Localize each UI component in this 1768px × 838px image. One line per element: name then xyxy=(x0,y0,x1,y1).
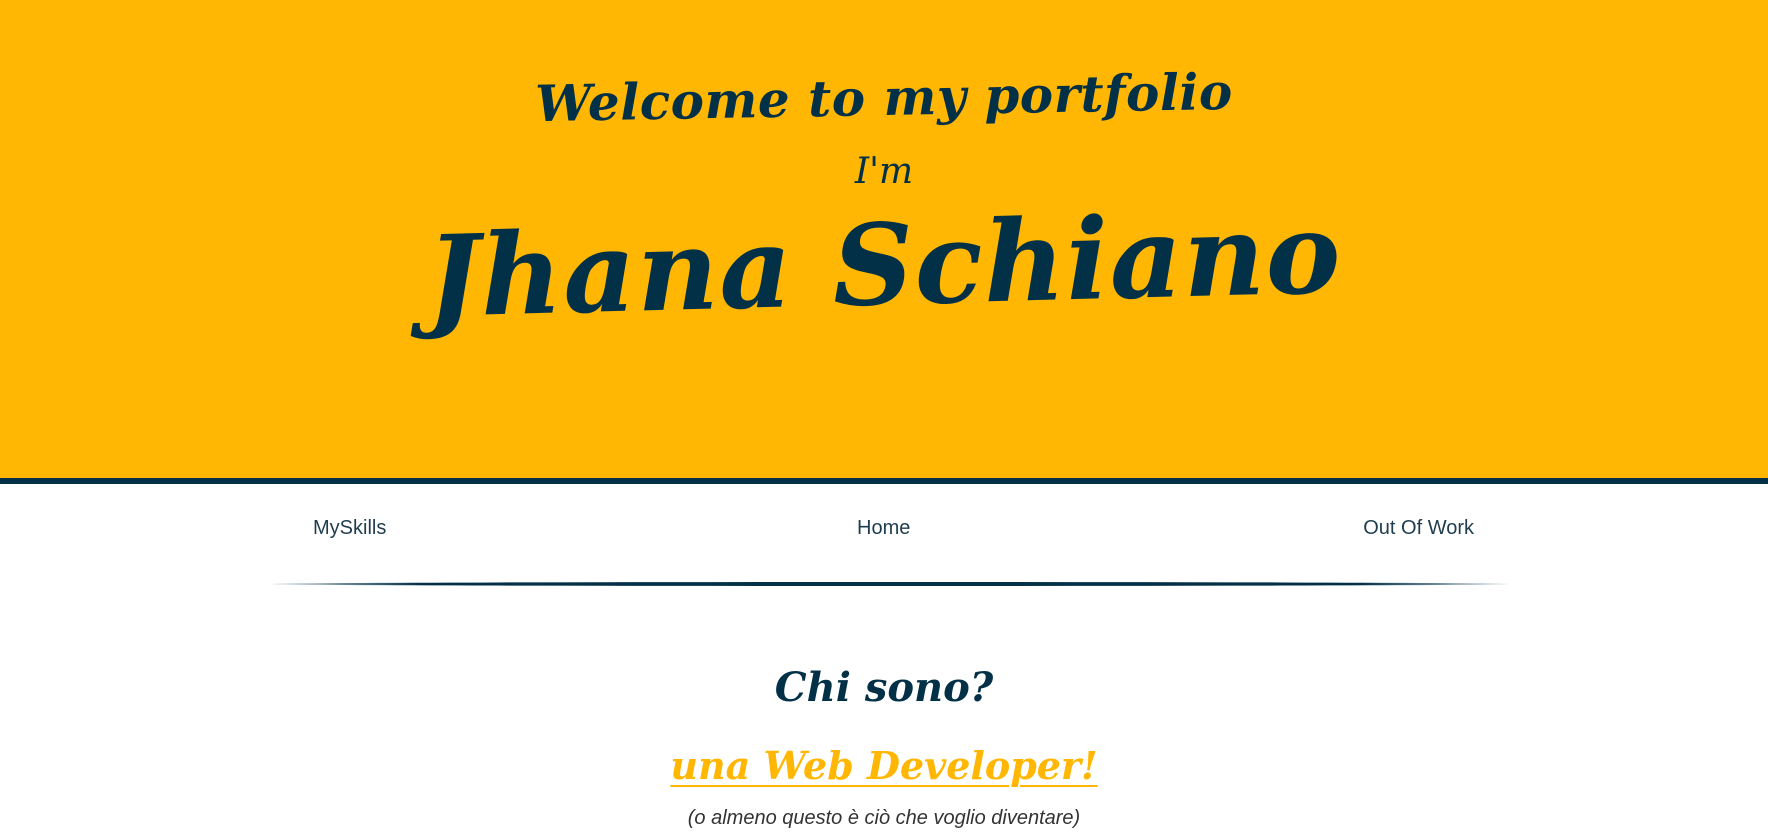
about-title: Chi sono? xyxy=(774,664,994,711)
hero-banner: Welcome to my portfolio I'm Jhana Schian… xyxy=(0,0,1768,484)
hero-name-heading: Jhana Schiano xyxy=(425,188,1343,343)
main-nav: MySkills Home Out Of Work xyxy=(272,508,1508,548)
hero-welcome-heading: Welcome to my portfolio xyxy=(534,61,1234,134)
nav-divider xyxy=(272,582,1508,586)
nav-link-myskills[interactable]: MySkills xyxy=(313,508,386,548)
about-role-link[interactable]: una Web Developer! xyxy=(0,740,1768,792)
nav-link-home[interactable]: Home xyxy=(857,508,910,548)
about-note: (o almeno questo è ciò che voglio divent… xyxy=(687,807,1081,829)
nav-link-out-of-work[interactable]: Out Of Work xyxy=(1363,508,1474,548)
